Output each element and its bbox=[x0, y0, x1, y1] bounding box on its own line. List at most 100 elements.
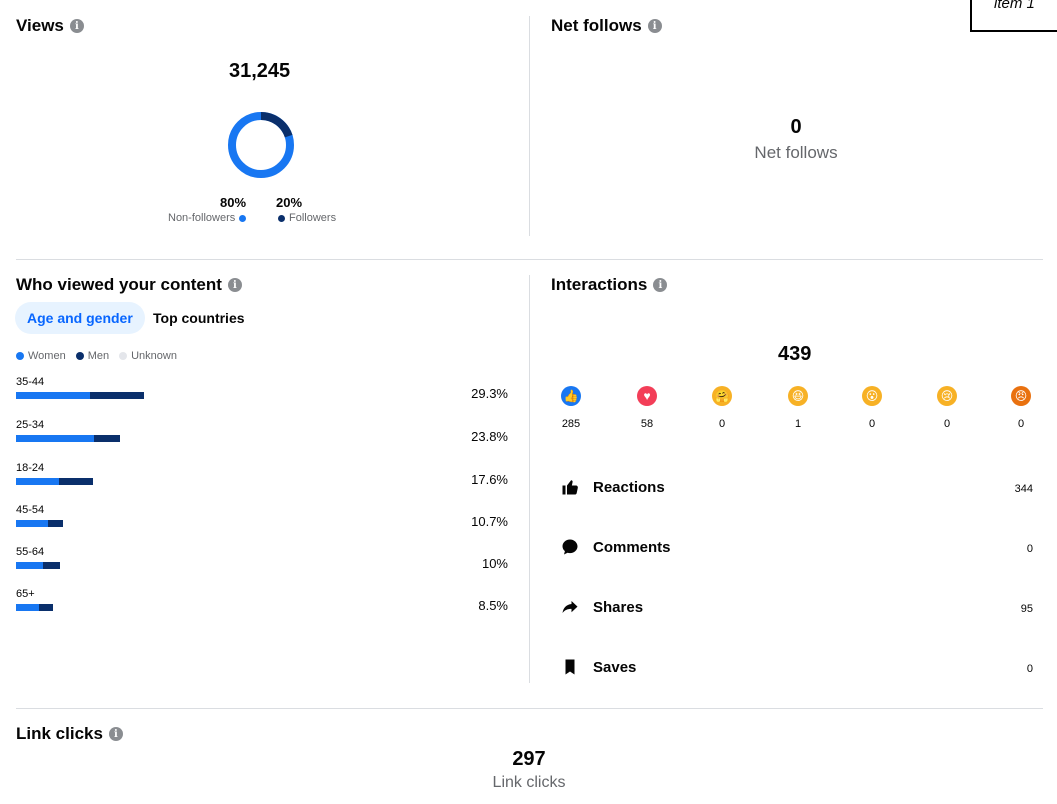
legend-unknown-label: Unknown bbox=[131, 350, 177, 362]
metric-value: 0 bbox=[1026, 663, 1033, 675]
men-bar-segment bbox=[42, 562, 60, 569]
legend-unknown: Unknown bbox=[119, 350, 177, 362]
unknown-dot bbox=[119, 352, 128, 360]
age-label: 45-54 bbox=[16, 504, 45, 516]
link-clicks-value: 297 bbox=[512, 748, 546, 770]
age-label: 18-24 bbox=[16, 462, 45, 474]
legend-women-label: Women bbox=[28, 350, 66, 362]
reaction-count: 285 bbox=[561, 418, 581, 430]
legend-women: Women bbox=[16, 350, 66, 362]
link-clicks-stat: 297 Link clicks bbox=[429, 748, 629, 792]
age-pct: 17.6% bbox=[471, 472, 508, 487]
non-followers-dot bbox=[239, 214, 247, 222]
net-follows-title: Net follows i bbox=[551, 16, 662, 36]
age-pct: 8.5% bbox=[478, 598, 508, 613]
reaction-angry: 😠 0 bbox=[1001, 386, 1041, 430]
metric-saves: Saves 0 bbox=[560, 655, 1033, 679]
age-row: 35-44 29.3% bbox=[16, 376, 508, 416]
women-bar-segment bbox=[16, 478, 60, 485]
reaction-count: 0 bbox=[943, 418, 951, 430]
legend-men: Men bbox=[75, 350, 110, 362]
who-viewed-title: Who viewed your content i bbox=[16, 275, 242, 295]
age-bar bbox=[16, 562, 60, 569]
reaction-like: 👍 285 bbox=[551, 386, 591, 430]
sad-icon: 😢 bbox=[937, 386, 957, 406]
metric-label: Reactions bbox=[593, 478, 665, 496]
reaction-wow: 😮 0 bbox=[852, 386, 892, 430]
men-bar-segment bbox=[93, 435, 120, 442]
age-pct: 10.7% bbox=[471, 514, 508, 529]
followers-dot bbox=[278, 214, 285, 222]
views-total: 31,245 bbox=[229, 60, 291, 82]
info-icon[interactable]: i bbox=[227, 278, 242, 292]
wow-icon: 😮 bbox=[862, 386, 882, 406]
metric-value: 0 bbox=[1026, 543, 1033, 555]
metric-value: 344 bbox=[1014, 483, 1033, 495]
haha-icon: 😆 bbox=[788, 386, 808, 406]
net-follows-stat: 0 Net follows bbox=[696, 116, 896, 163]
like-icon: 👍 bbox=[561, 386, 581, 406]
angry-icon: 😠 bbox=[1011, 386, 1031, 406]
age-row: 25-34 23.8% bbox=[16, 419, 508, 459]
metric-value: 95 bbox=[1020, 603, 1033, 615]
women-bar-segment bbox=[16, 435, 94, 442]
insights-card: item 1 Views i 31,245 80% 20% Non-follow… bbox=[0, 0, 1057, 804]
women-dot bbox=[16, 352, 24, 360]
age-bar bbox=[16, 604, 54, 611]
age-label: 55-64 bbox=[16, 546, 45, 558]
reaction-count: 0 bbox=[718, 418, 726, 430]
info-icon[interactable]: i bbox=[653, 278, 668, 292]
interactions-title-text: Interactions bbox=[551, 275, 648, 294]
women-bar-segment bbox=[16, 562, 43, 569]
men-bar-segment bbox=[39, 604, 54, 611]
men-bar-segment bbox=[59, 478, 93, 485]
views-title: Views i bbox=[16, 16, 84, 36]
corner-tag: item 1 bbox=[970, 0, 1057, 32]
metric-label: Saves bbox=[593, 658, 637, 676]
views-donut-chart bbox=[228, 112, 294, 178]
women-bar-segment bbox=[16, 392, 91, 399]
net-follows-value: 0 bbox=[790, 116, 802, 138]
age-row: 18-24 17.6% bbox=[16, 462, 508, 502]
info-icon[interactable]: i bbox=[108, 727, 123, 741]
reaction-care: 🤗 0 bbox=[702, 386, 742, 430]
age-bar bbox=[16, 478, 93, 485]
top-divider-vertical bbox=[529, 16, 530, 236]
followers-pct: 20% bbox=[276, 195, 303, 210]
metric-comments: Comments 0 bbox=[560, 535, 1033, 559]
age-pct: 29.3% bbox=[471, 386, 508, 401]
age-bar bbox=[16, 392, 144, 399]
non-followers-legend: Non-followers bbox=[168, 212, 247, 224]
reaction-love: ♥ 58 bbox=[627, 386, 667, 430]
legend-men-label: Men bbox=[87, 350, 110, 362]
bookmark-icon bbox=[560, 657, 580, 677]
women-bar-segment bbox=[16, 520, 48, 527]
followers-legend: Followers bbox=[278, 212, 336, 224]
care-icon: 🤗 bbox=[712, 386, 732, 406]
share-icon bbox=[560, 597, 580, 617]
metric-shares: Shares 95 bbox=[560, 595, 1033, 619]
tab-top-countries[interactable]: Top countries bbox=[141, 302, 257, 334]
metric-reactions: Reactions 344 bbox=[560, 475, 1033, 499]
followers-label: Followers bbox=[289, 212, 337, 224]
reaction-sad: 😢 0 bbox=[927, 386, 967, 430]
age-label: 65+ bbox=[16, 588, 35, 600]
metric-label: Comments bbox=[593, 538, 671, 556]
net-follows-title-text: Net follows bbox=[551, 16, 642, 35]
age-bar bbox=[16, 435, 120, 442]
link-clicks-label: Link clicks bbox=[492, 774, 566, 791]
middle-divider-vertical bbox=[529, 275, 530, 683]
divider-1 bbox=[16, 259, 1043, 260]
reaction-haha: 😆 1 bbox=[778, 386, 818, 430]
info-icon[interactable]: i bbox=[69, 19, 84, 33]
age-pct: 10% bbox=[481, 556, 508, 571]
link-clicks-title-text: Link clicks bbox=[16, 724, 103, 743]
interactions-title: Interactions i bbox=[551, 275, 668, 295]
metric-label: Shares bbox=[593, 598, 644, 616]
reaction-count: 0 bbox=[1017, 418, 1025, 430]
tab-age-and-gender[interactable]: Age and gender bbox=[15, 302, 145, 334]
reaction-count: 0 bbox=[868, 418, 876, 430]
who-viewed-title-text: Who viewed your content bbox=[16, 275, 222, 294]
info-icon[interactable]: i bbox=[647, 19, 662, 33]
women-bar-segment bbox=[16, 604, 40, 611]
